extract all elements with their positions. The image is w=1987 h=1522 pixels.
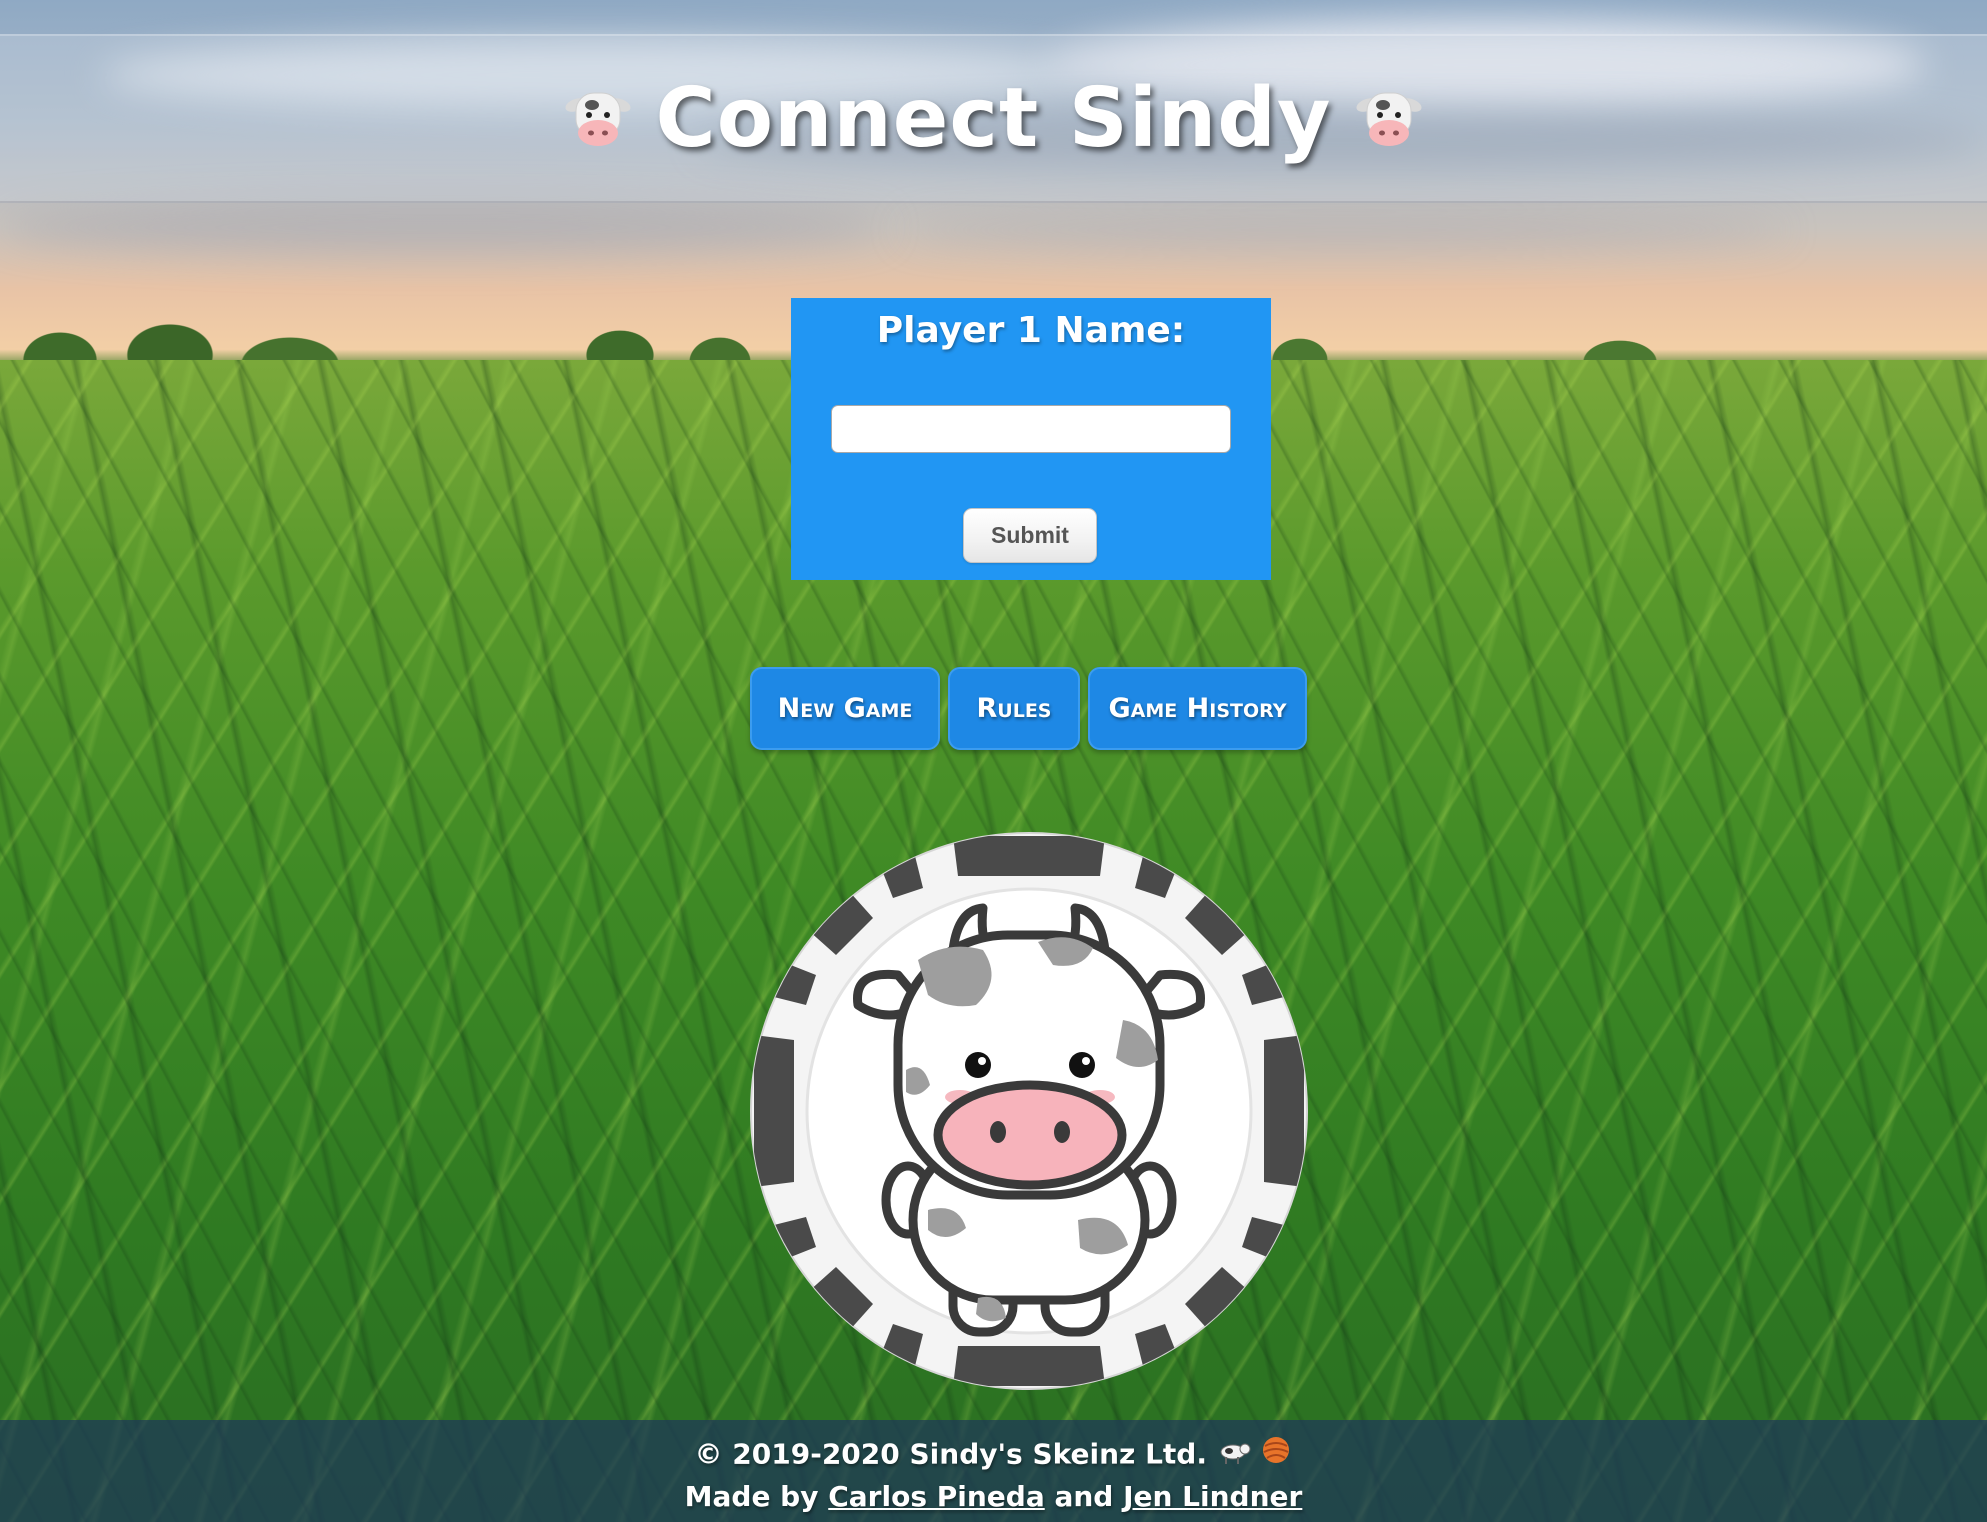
cow-face-icon [564,92,631,146]
made-by-text: Made by [684,1480,819,1513]
cow-face-icon [1356,92,1423,146]
author-link-jen[interactable]: Jen Lindner [1123,1480,1302,1513]
rules-button[interactable]: Rules [948,667,1080,750]
player-name-label: Player 1 Name: [876,310,1186,351]
copyright-line: © 2019-2020 Sindy's Skeinz Ltd. [0,1434,1987,1477]
cloud [900,210,1787,250]
player-name-input[interactable] [831,405,1231,453]
game-history-button[interactable]: Game History [1088,667,1307,750]
copyright-text: © 2019-2020 Sindy's Skeinz Ltd. [694,1437,1207,1471]
author-link-carlos[interactable]: Carlos Pineda [828,1480,1044,1513]
yarn-ball-icon [1260,1434,1292,1477]
page-title: Connect Sindy [655,71,1332,166]
game-nav: New Game Rules Game History [750,667,1307,750]
credits-line: Made by Carlos Pineda and Jen Lindner [0,1477,1987,1517]
submit-button[interactable]: Submit [963,508,1097,563]
cloud [0,200,887,255]
page-footer: © 2019-2020 Sindy's Skeinz Ltd. Made by … [0,1420,1987,1522]
new-game-button[interactable]: New Game [750,667,940,750]
player-name-form: Player 1 Name: Submit [791,298,1271,580]
cow-chip-icon [750,832,1308,1390]
and-text: and [1054,1480,1114,1513]
page-header: Connect Sindy [0,34,1987,203]
cow-icon [1217,1436,1251,1476]
